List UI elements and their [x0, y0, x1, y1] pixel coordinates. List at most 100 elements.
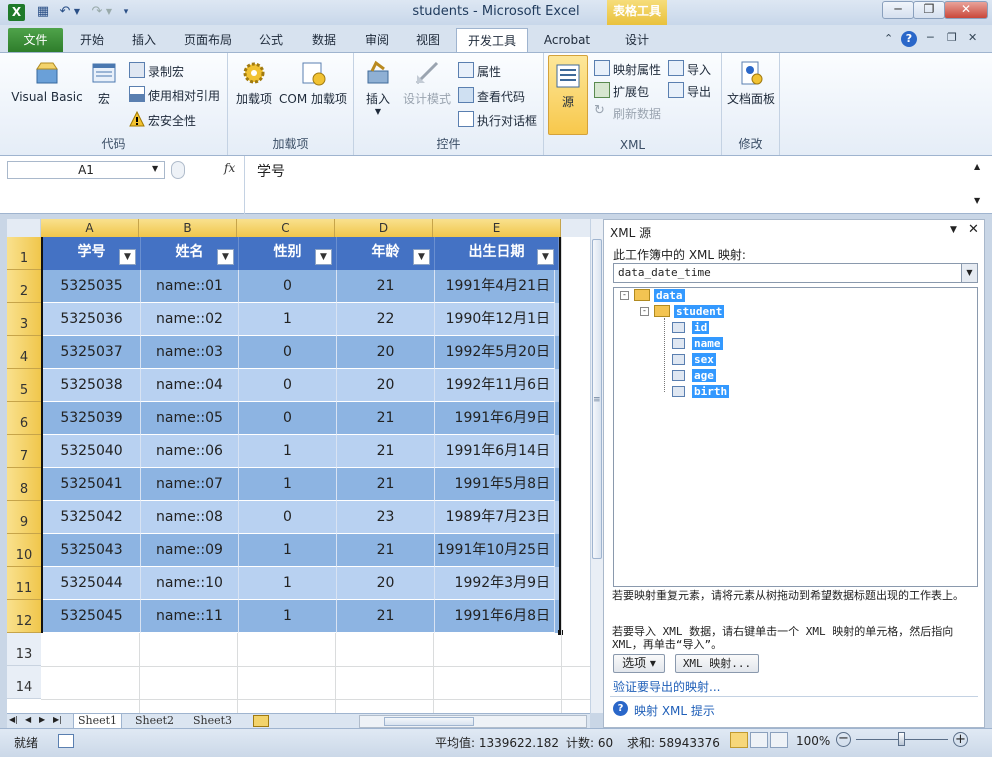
macros-button[interactable]: 宏	[88, 59, 120, 107]
xml-maps-button[interactable]: XML 映射...	[675, 654, 759, 673]
table-header-cell[interactable]: 姓名 ▼	[141, 237, 239, 270]
table-cell[interactable]: 5325038	[43, 369, 141, 402]
insert-sheet-icon[interactable]	[253, 715, 269, 727]
row-header[interactable]: 6	[7, 402, 41, 435]
worksheet-grid[interactable]: A B C D E 1 2 3 4 5 6 7 8 9 10 11 12 13 …	[7, 219, 590, 713]
table-cell[interactable]: 20	[337, 369, 435, 402]
table-cell[interactable]: 0	[239, 336, 337, 369]
normal-view-button[interactable]	[730, 732, 748, 748]
table-cell[interactable]: 0	[239, 501, 337, 534]
row-header[interactable]: 2	[7, 270, 41, 303]
table-cell[interactable]: 1991年6月14日	[435, 435, 555, 468]
workbook-close-icon[interactable]: ✕	[968, 31, 977, 44]
table-cell[interactable]: 5325037	[43, 336, 141, 369]
table-cell[interactable]: 21	[337, 534, 435, 567]
close-button[interactable]: ✕	[944, 1, 988, 19]
hscroll-thumb[interactable]	[384, 717, 474, 726]
table-header-cell[interactable]: 性别 ▼	[239, 237, 337, 270]
row-header[interactable]: 5	[7, 369, 41, 402]
table-cell[interactable]: 0	[239, 369, 337, 402]
table-cell[interactable]: 1	[239, 435, 337, 468]
prev-sheet-icon[interactable]: ◀	[25, 715, 31, 724]
tab-acrobat[interactable]: Acrobat	[538, 28, 596, 53]
com-addins-button[interactable]: COM 加载项	[276, 59, 350, 107]
table-cell[interactable]: 21	[337, 468, 435, 501]
map-select-dropdown-icon[interactable]: ▼	[961, 264, 977, 282]
table-cell[interactable]: 1992年5月20日	[435, 336, 555, 369]
help-icon[interactable]: ?	[901, 31, 917, 47]
filter-dropdown-icon[interactable]: ▼	[315, 249, 332, 265]
minimize-ribbon-icon[interactable]: ⌃	[884, 32, 893, 45]
tab-page-layout[interactable]: 页面布局	[176, 28, 240, 53]
vertical-scrollbar[interactable]: ≡	[590, 219, 603, 713]
formula-divider-handle[interactable]	[171, 161, 185, 179]
table-cell[interactable]: name::01	[141, 270, 239, 303]
tree-node-age[interactable]: age	[692, 369, 716, 382]
table-cell[interactable]: 5325035	[43, 270, 141, 303]
table-cell[interactable]: name::08	[141, 501, 239, 534]
table-cell[interactable]: 1990年12月1日	[435, 303, 555, 336]
column-header-e[interactable]: E	[433, 219, 561, 237]
tab-file[interactable]: 文件	[8, 28, 63, 53]
column-header-d[interactable]: D	[335, 219, 433, 237]
sheet-tab-sheet3[interactable]: Sheet3	[189, 714, 236, 729]
zoom-out-icon[interactable]: −	[836, 732, 851, 747]
tab-developer[interactable]: 开发工具	[456, 28, 528, 53]
tab-review[interactable]: 审阅	[356, 28, 398, 53]
visual-basic-button[interactable]: Visual Basic	[8, 59, 86, 104]
table-header-cell[interactable]: 学号 ▼	[43, 237, 141, 270]
tab-design[interactable]: 设计	[608, 28, 666, 53]
insert-function-button[interactable]: fx	[224, 161, 235, 175]
column-header-a[interactable]: A	[41, 219, 139, 237]
workbook-minimize-icon[interactable]: ─	[927, 31, 934, 44]
xml-source-button[interactable]: 源	[548, 55, 588, 135]
zoom-slider-thumb[interactable]	[898, 732, 905, 746]
table-cell[interactable]: 5325039	[43, 402, 141, 435]
row-header[interactable]: 10	[7, 534, 41, 567]
restore-button[interactable]: ❐	[913, 1, 945, 19]
column-header-f[interactable]	[561, 219, 590, 237]
table-cell[interactable]: 1	[239, 303, 337, 336]
filter-dropdown-icon[interactable]: ▼	[537, 249, 554, 265]
workbook-restore-icon[interactable]: ❐	[947, 31, 957, 44]
formula-scroll-down-icon[interactable]: ▼	[974, 196, 980, 205]
pane-options-dropdown-icon[interactable]: ▼	[950, 225, 957, 235]
tree-node-birth[interactable]: birth	[692, 385, 730, 398]
tree-node-name[interactable]: name	[692, 337, 723, 350]
table-cell[interactable]: 5325042	[43, 501, 141, 534]
filter-dropdown-icon[interactable]: ▼	[217, 249, 234, 265]
table-cell[interactable]: 0	[239, 402, 337, 435]
design-mode-button[interactable]: 设计模式	[400, 59, 454, 107]
table-cell[interactable]: 1	[239, 468, 337, 501]
macro-record-icon[interactable]	[58, 734, 74, 748]
table-cell[interactable]: 5325036	[43, 303, 141, 336]
table-cell[interactable]: 1	[239, 534, 337, 567]
table-cell[interactable]: 5325044	[43, 567, 141, 600]
table-header-cell[interactable]: 出生日期 ▼	[435, 237, 559, 270]
table-cell[interactable]: 21	[337, 600, 435, 633]
page-layout-view-button[interactable]	[750, 732, 768, 748]
table-header-cell[interactable]: 年龄 ▼	[337, 237, 435, 270]
xml-tree[interactable]: - data - student id name sex age birth	[613, 287, 978, 587]
table-cell[interactable]: name::10	[141, 567, 239, 600]
row-header[interactable]: 12	[7, 600, 41, 633]
table-cell[interactable]: 23	[337, 501, 435, 534]
formula-input[interactable]: 学号	[244, 156, 972, 214]
tree-collapse-icon[interactable]: -	[620, 291, 629, 300]
column-header-b[interactable]: B	[139, 219, 237, 237]
formula-scroll-up-icon[interactable]: ▲	[974, 162, 980, 171]
pane-close-icon[interactable]: ✕	[968, 222, 979, 237]
tab-data[interactable]: 数据	[303, 28, 345, 53]
table-cell[interactable]: 5325043	[43, 534, 141, 567]
zoom-level[interactable]: 100%	[796, 734, 830, 748]
tree-node-student[interactable]: student	[674, 305, 725, 318]
column-header-c[interactable]: C	[237, 219, 335, 237]
options-button[interactable]: 选项 ▾	[613, 654, 665, 673]
horizontal-scrollbar[interactable]	[359, 715, 587, 728]
row-header[interactable]: 11	[7, 567, 41, 600]
zoom-in-icon[interactable]: +	[953, 732, 968, 747]
sheet-tab-sheet1[interactable]: Sheet1	[73, 714, 123, 729]
tab-view[interactable]: 视图	[408, 28, 448, 53]
tree-collapse-icon[interactable]: -	[640, 307, 649, 316]
table-cell[interactable]: 1	[239, 600, 337, 633]
